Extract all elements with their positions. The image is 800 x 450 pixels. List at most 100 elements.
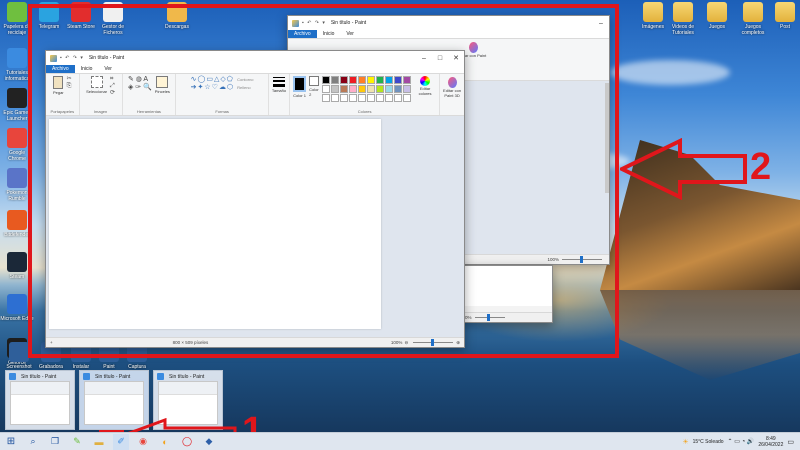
color-swatch[interactable] [385, 94, 394, 102]
desktop-folder-icon[interactable]: Post [768, 2, 800, 36]
edit-paint3d-button[interactable]: Editar con Paint 3D [440, 74, 464, 115]
search-icon[interactable]: ⌕ [25, 434, 41, 450]
zoom-slider[interactable] [562, 256, 602, 263]
desktop-icon[interactable]: Gestor de Ficheros [96, 2, 130, 36]
quick-access-icons[interactable]: ▪ ↶ ↷ ▾ [302, 20, 326, 26]
color-swatch[interactable] [376, 76, 385, 84]
color-swatch[interactable] [322, 85, 331, 93]
color-swatch[interactable] [367, 94, 376, 102]
desktop-icon[interactable]: Microsoft Edge [0, 294, 34, 328]
color-swatch[interactable] [349, 85, 358, 93]
color-swatch[interactable] [385, 76, 394, 84]
color-swatch[interactable] [331, 85, 340, 93]
tab-archivo[interactable]: Archivo [46, 65, 75, 73]
color-swatch[interactable] [358, 94, 367, 102]
desktop-icon[interactable]: Descargas [160, 2, 194, 36]
desktop-folder-icon[interactable]: Videos de Tutoriales [666, 2, 700, 36]
quick-access-icons[interactable]: ▪ ↶ ↷ ▾ [60, 55, 84, 61]
tab-inicio[interactable]: Inicio [317, 30, 341, 38]
color-swatch[interactable] [367, 76, 376, 84]
pen-app-icon[interactable]: ✎ [69, 434, 85, 450]
zoom-in-icon[interactable]: ⊕ [456, 340, 460, 346]
desktop-icon[interactable]: Tutoriales informatica [0, 48, 34, 82]
color-swatch[interactable] [322, 76, 331, 84]
tab-archivo[interactable]: Archivo [288, 30, 317, 38]
color-swatch[interactable] [358, 76, 367, 84]
tab-inicio[interactable]: Inicio [75, 65, 99, 73]
shapes-gallery[interactable]: ∿◯▭△◇⬠ ➔✦☆♡☁⬡ [191, 76, 234, 92]
color-swatch[interactable] [340, 76, 349, 84]
color-swatch[interactable] [403, 85, 412, 93]
brushes-button[interactable]: Pinceles [155, 76, 170, 94]
color-swatch[interactable] [331, 94, 340, 102]
zoom-slider[interactable] [474, 314, 505, 321]
color-swatch[interactable] [394, 94, 403, 102]
color-swatch[interactable] [403, 76, 412, 84]
paint-taskbar-icon[interactable]: ✐ [113, 433, 129, 450]
opera-icon[interactable]: ◯ [179, 434, 195, 450]
crop-resize-rotate-icons[interactable]: ⌗ ⤢ ⟳ [110, 76, 115, 97]
desktop-icon[interactable]: Epic Games Launcher [0, 88, 34, 122]
color-swatch[interactable] [340, 94, 349, 102]
color-swatch[interactable] [394, 85, 403, 93]
color-swatch[interactable] [340, 85, 349, 93]
color2-button[interactable]: Color 2 [309, 76, 320, 97]
color-swatch[interactable] [394, 76, 403, 84]
drawing-canvas[interactable] [49, 119, 381, 329]
color-swatch[interactable] [376, 94, 385, 102]
start-button[interactable]: ⊞ [3, 434, 19, 450]
desktop-icon[interactable]: Steam Store [64, 2, 98, 36]
shape-options[interactable]: Contorno Relleno [237, 76, 253, 92]
edit-colors-button[interactable]: Editar colores [414, 76, 436, 96]
size-button[interactable]: Tamaño [272, 76, 286, 93]
notifications-icon[interactable]: ▭ [787, 438, 794, 446]
paste-button[interactable]: Pegar [53, 76, 64, 95]
desktop-folder-icon[interactable]: Juegos [700, 2, 734, 36]
maximize-button[interactable]: □ [432, 51, 448, 65]
color-swatch[interactable] [331, 76, 340, 84]
tab-ver[interactable]: Ver [98, 65, 118, 73]
desktop-folder-icon[interactable]: Imágenes [636, 2, 670, 36]
title-bar[interactable]: ▪ ↶ ↷ ▾ Sin título - Paint – □ ✕ [46, 51, 464, 65]
color-swatch[interactable] [349, 76, 358, 84]
desktop-icon[interactable]: Bitdefender [0, 210, 34, 244]
paint-window-third[interactable]: 100% [455, 265, 553, 323]
color-swatch[interactable] [367, 85, 376, 93]
color-swatch[interactable] [322, 94, 331, 102]
close-button[interactable]: ✕ [448, 51, 464, 65]
tray-icons[interactable]: ⌃ ▭ ◔ 🔊 [728, 438, 755, 445]
color-swatch[interactable] [358, 85, 367, 93]
color-swatch[interactable] [403, 94, 412, 102]
select-button[interactable]: Seleccionar [86, 76, 107, 94]
vertical-scrollbar[interactable] [605, 83, 609, 193]
app-icon[interactable]: ◐ [157, 434, 173, 450]
color1-button[interactable]: Color 1 [293, 76, 307, 98]
desktop-icon[interactable]: Pokemon Rumble [0, 168, 34, 202]
weather-text[interactable]: 15°C Soleado [693, 439, 724, 445]
minimize-button[interactable]: – [416, 51, 432, 65]
desktop-icon[interactable]: Steam [0, 252, 34, 286]
color-palette[interactable] [322, 76, 412, 102]
file-explorer-icon[interactable]: ▬ [91, 434, 107, 450]
clock[interactable]: 8:49 26/04/2022 [758, 436, 783, 448]
tab-ver[interactable]: Ver [340, 30, 360, 38]
minimize-button[interactable]: – [593, 16, 609, 30]
desktop-folder-icon[interactable]: Juegos completos [736, 2, 770, 36]
color-swatch[interactable] [385, 85, 394, 93]
desktop-icon[interactable]: Google Chrome [0, 128, 34, 162]
paint-window-front[interactable]: ▪ ↶ ↷ ▾ Sin título - Paint – □ ✕ Archivo… [45, 50, 465, 348]
chrome-icon[interactable]: ◉ [135, 434, 151, 450]
title-bar[interactable]: ▪ ↶ ↷ ▾ Sin título - Paint – [288, 16, 609, 30]
weather-icon[interactable]: ☀ [682, 438, 688, 446]
color-swatch[interactable] [376, 85, 385, 93]
cut-copy-icons[interactable]: ✂ ⎘ [67, 76, 72, 90]
tools-icons[interactable]: ✎ ◍ A ◈ ✑ 🔍 [128, 76, 152, 92]
desktop-icon[interactable]: Telegram [32, 2, 66, 36]
zoom-out-icon[interactable]: ⊖ [404, 340, 408, 346]
taskbar-thumbnail[interactable]: Sin título - Paint [5, 370, 75, 430]
store-icon[interactable]: ◆ [201, 434, 217, 450]
task-view-icon[interactable]: ❐ [47, 434, 63, 450]
desktop-icon[interactable]: Papelera de reciclaje [0, 2, 34, 36]
zoom-slider[interactable] [413, 339, 454, 346]
color-swatch[interactable] [349, 94, 358, 102]
